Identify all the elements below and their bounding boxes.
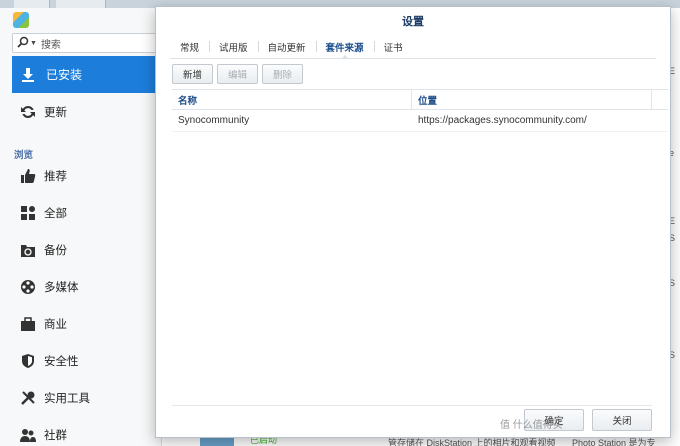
source-location-cell: https://packages.synocommunity.com/ <box>418 115 587 126</box>
section-label-browse: 浏览 <box>14 150 34 161</box>
sidebar-item-update[interactable]: 更新 <box>12 97 158 127</box>
film-reel-icon <box>20 279 36 295</box>
sidebar-item-label: 备份 <box>44 245 67 257</box>
sidebar-item-backup[interactable]: 备份 <box>12 235 158 265</box>
backup-icon <box>20 242 36 258</box>
source-toolbar: 新增 编辑 删除 <box>172 64 304 84</box>
table-header: 名称 位置 <box>172 90 668 110</box>
briefcase-icon <box>20 316 36 332</box>
sidebar-item-utilities[interactable]: 实用工具 <box>12 383 158 413</box>
table-divider <box>172 405 652 406</box>
sidebar-item-label: 已安装 <box>46 68 83 82</box>
chevron-down-icon[interactable]: ▼ <box>30 40 37 47</box>
column-header-name[interactable]: 名称 <box>172 90 412 109</box>
sidebar-item-label: 全部 <box>44 208 67 220</box>
sidebar-item-label: 安全性 <box>44 356 79 368</box>
thumbs-up-icon <box>20 168 36 184</box>
sidebar-item-label: 推荐 <box>44 171 67 183</box>
tab-general[interactable]: 常规 <box>170 35 209 58</box>
tab-trial[interactable]: 试用版 <box>209 35 258 58</box>
taskbar-tab[interactable] <box>14 0 50 8</box>
settings-dialog: 设置 常规 试用版 自动更新 套件来源 证书 新增 编辑 删除 名称 位置 Sy… <box>155 6 671 438</box>
package-center-logo-icon <box>13 12 29 28</box>
edit-button[interactable]: 编辑 <box>217 64 259 84</box>
column-header-location[interactable]: 位置 <box>412 90 652 109</box>
settings-tabs: 常规 试用版 自动更新 套件来源 证书 <box>170 35 656 59</box>
sidebar-item-all[interactable]: 全部 <box>12 198 158 228</box>
dialog-title: 设置 <box>402 16 424 28</box>
sidebar-item-label: 更新 <box>44 107 67 119</box>
sidebar-item-security[interactable]: 安全性 <box>12 346 158 376</box>
tab-package-sources[interactable]: 套件来源 <box>315 35 374 59</box>
source-name-cell: Synocommunity <box>178 115 250 126</box>
close-button[interactable]: 关闭 <box>592 409 652 431</box>
refresh-icon <box>20 104 36 120</box>
sidebar-item-label: 多媒体 <box>44 282 79 294</box>
search-input[interactable]: ▼ 搜索 <box>12 33 158 53</box>
sidebar-item-recommended[interactable]: 推荐 <box>12 161 158 191</box>
sidebar-item-installed[interactable]: 已安装 <box>12 56 158 93</box>
sidebar-item-business[interactable]: 商业 <box>12 309 158 339</box>
community-icon <box>20 427 36 443</box>
sidebar-item-multimedia[interactable]: 多媒体 <box>12 272 158 302</box>
sidebar-item-label: 实用工具 <box>44 393 90 405</box>
package-center-sidebar: ▼ 搜索 已安装 更新 浏览 推荐 全部 备份 多媒体 商业 安全性 实用工具 … <box>0 8 162 446</box>
add-button[interactable]: 新增 <box>172 64 214 84</box>
tab-certificate[interactable]: 证书 <box>373 35 413 58</box>
search-placeholder: 搜索 <box>40 39 61 51</box>
grid-icon <box>20 205 36 221</box>
download-icon <box>20 67 36 83</box>
search-icon <box>17 36 29 51</box>
watermark: 值 什么值得买 <box>500 420 563 431</box>
package-source-table: 名称 位置 Synocommunity https://packages.syn… <box>172 89 668 407</box>
tab-auto-update[interactable]: 自动更新 <box>257 35 316 58</box>
sidebar-item-label: 社群 <box>44 430 67 442</box>
taskbar-tab[interactable] <box>56 0 106 8</box>
sidebar-item-community[interactable]: 社群 <box>12 420 158 446</box>
table-row[interactable]: Synocommunity https://packages.synocommu… <box>172 110 668 132</box>
shield-icon <box>20 353 36 369</box>
delete-button[interactable]: 删除 <box>262 64 304 84</box>
tools-icon <box>20 390 36 406</box>
sidebar-item-label: 商业 <box>44 319 67 331</box>
